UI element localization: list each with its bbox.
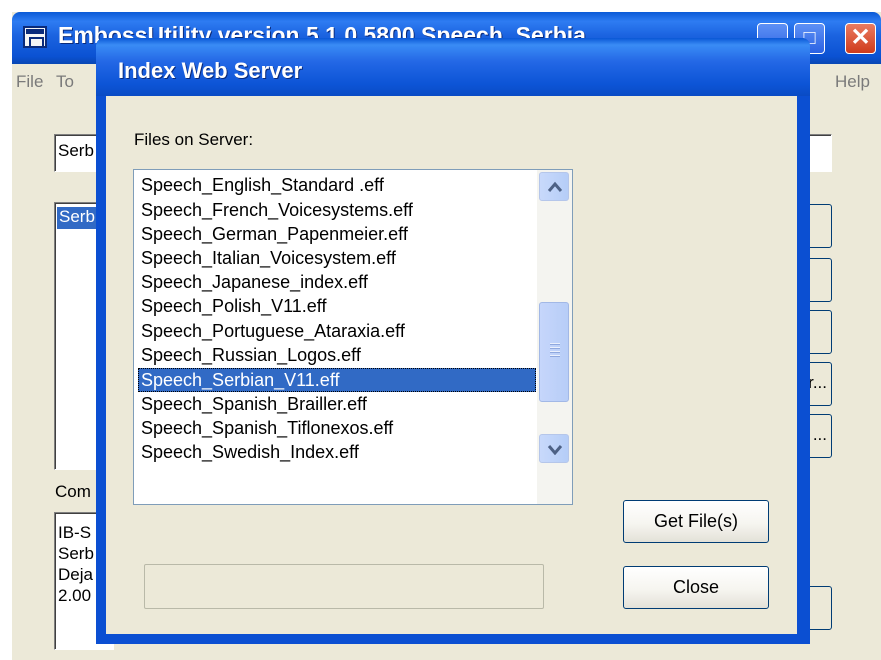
dialog-titlebar[interactable]: Index Web Server xyxy=(96,38,810,96)
app-window-icon xyxy=(23,26,47,48)
list-scrollbar[interactable] xyxy=(537,170,572,504)
list-item[interactable]: Speech_Spanish_Tiflonexos.eff xyxy=(138,416,536,440)
list-item[interactable]: Speech_German_Papenmeier.eff xyxy=(138,222,536,246)
scroll-thumb[interactable] xyxy=(539,302,569,402)
server-file-list[interactable]: Speech_English_Standard .eff Speech_Fren… xyxy=(133,169,573,505)
close-icon: ✕ xyxy=(850,24,871,51)
menu-file[interactable]: File xyxy=(16,72,43,92)
chevron-up-icon xyxy=(547,181,563,192)
menu-tools[interactable]: To xyxy=(56,72,74,92)
list-item[interactable]: Speech_Italian_Voicesystem.eff xyxy=(138,246,536,270)
dialog-client-area: Files on Server: Speech_English_Standard… xyxy=(106,96,797,634)
list-item[interactable]: Speech_English_Standard .eff xyxy=(138,173,536,197)
index-web-server-dialog: Index Web Server Files on Server: Speech… xyxy=(96,38,810,644)
files-on-server-label: Files on Server: xyxy=(134,130,254,149)
scroll-up-button[interactable] xyxy=(539,172,569,201)
close-button[interactable]: Close xyxy=(623,566,769,609)
list-item-selected[interactable]: Speech_Serbian_V11.eff xyxy=(138,368,536,392)
list-item[interactable]: Speech_Spanish_Brailler.eff xyxy=(138,392,536,416)
name-field-value: Serb xyxy=(58,141,94,160)
list-item[interactable]: Speech_Swedish_Index.eff xyxy=(138,440,536,464)
download-progress-bar xyxy=(144,564,544,609)
scroll-down-button[interactable] xyxy=(539,434,569,463)
dialog-title: Index Web Server xyxy=(118,58,303,83)
close-window-button[interactable]: ✕ xyxy=(845,23,876,54)
list-item[interactable]: Speech_Japanese_index.eff xyxy=(138,270,536,294)
menu-help[interactable]: Help xyxy=(835,72,870,92)
chevron-down-icon xyxy=(547,445,563,455)
list-item[interactable]: Speech_Portuguese_Ataraxia.eff xyxy=(138,319,536,343)
list-item[interactable]: Speech_Polish_V11.eff xyxy=(138,294,536,318)
get-files-button[interactable]: Get File(s) xyxy=(623,500,769,543)
list-item[interactable]: Speech_French_Voicesystems.eff xyxy=(138,198,536,222)
list-item[interactable]: Speech_Russian_Logos.eff xyxy=(138,343,536,367)
